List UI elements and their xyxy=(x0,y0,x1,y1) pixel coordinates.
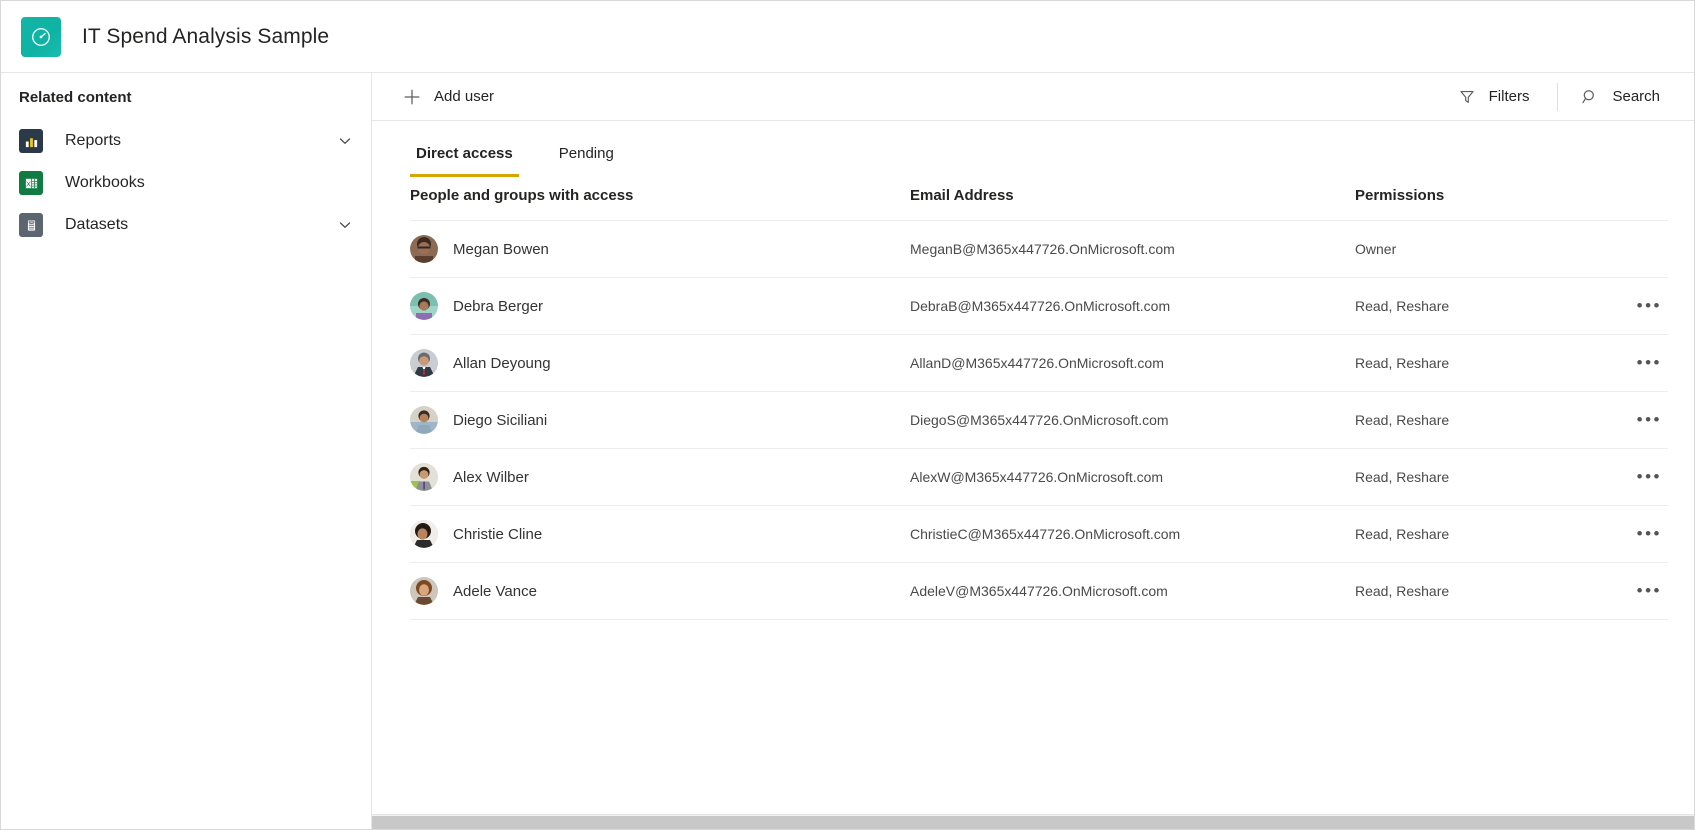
table-header-row: People and groups with access Email Addr… xyxy=(410,177,1668,221)
person-email: MeganB@M365x447726.OnMicrosoft.com xyxy=(910,220,1355,278)
person-permission: Read, Reshare xyxy=(1355,391,1612,449)
sidebar-item-label: Workbooks xyxy=(65,174,145,191)
horizontal-scrollbar[interactable] xyxy=(372,814,1694,829)
toolbar-right-group: Filters Search xyxy=(1449,73,1694,120)
person-permission: Read, Reshare xyxy=(1355,334,1612,392)
person-permission: Read, Reshare xyxy=(1355,277,1612,335)
avatar-adele-vance xyxy=(410,577,438,605)
person-permission: Owner xyxy=(1355,220,1612,278)
window-header: IT Spend Analysis Sample xyxy=(1,1,1694,73)
person-permission: Read, Reshare xyxy=(1355,448,1612,506)
avatar-allan-deyoung xyxy=(410,349,438,377)
table-row[interactable]: Megan Bowen MeganB@M365x447726.OnMicroso… xyxy=(410,220,1668,278)
sidebar-item-label: Datasets xyxy=(65,216,129,233)
excel-grid-icon: X xyxy=(19,171,43,195)
person-cell: Allan Deyoung xyxy=(410,349,910,377)
table-row[interactable]: Allan Deyoung AllanD@M365x447726.OnMicro… xyxy=(410,334,1668,392)
row-more-menu[interactable]: ••• xyxy=(1631,463,1668,491)
access-table: People and groups with access Email Addr… xyxy=(410,177,1668,620)
column-header-permissions: Permissions xyxy=(1355,177,1612,221)
avatar-alex-wilber xyxy=(410,463,438,491)
person-name: Alex Wilber xyxy=(453,468,529,486)
search-label: Search xyxy=(1612,88,1660,105)
search-icon xyxy=(1580,87,1600,107)
page-title: IT Spend Analysis Sample xyxy=(82,24,330,48)
avatar-debra-berger xyxy=(410,292,438,320)
row-more-menu[interactable]: ••• xyxy=(1631,406,1668,434)
column-header-actions xyxy=(1612,177,1668,221)
tab-direct-access[interactable]: Direct access xyxy=(410,144,519,177)
related-content-sidebar: Related content Reports X Workbooks Data… xyxy=(1,73,372,829)
column-header-people: People and groups with access xyxy=(410,177,910,221)
sidebar-item-label: Reports xyxy=(65,132,122,149)
sidebar-item-datasets[interactable]: Datasets xyxy=(1,204,371,246)
filters-label: Filters xyxy=(1488,88,1530,105)
plus-icon xyxy=(402,87,422,107)
row-more-menu[interactable]: ••• xyxy=(1631,520,1668,548)
tab-pending[interactable]: Pending xyxy=(553,144,620,177)
row-more-menu[interactable]: ••• xyxy=(1631,577,1668,605)
avatar-megan-bowen xyxy=(410,235,438,263)
add-user-button[interactable]: Add user xyxy=(394,80,502,114)
search-button[interactable]: Search xyxy=(1572,80,1668,114)
table-row[interactable]: Alex Wilber AlexW@M365x447726.OnMicrosof… xyxy=(410,448,1668,506)
access-toolbar: Add user Filters Search xyxy=(372,73,1694,121)
sidebar-item-reports[interactable]: Reports xyxy=(1,120,371,162)
table-row[interactable]: Christie Cline ChristieC@M365x447726.OnM… xyxy=(410,505,1668,563)
row-more-menu[interactable]: ••• xyxy=(1631,349,1668,377)
person-permission: Read, Reshare xyxy=(1355,505,1612,563)
person-name: Debra Berger xyxy=(453,297,544,315)
person-email: DiegoS@M365x447726.OnMicrosoft.com xyxy=(910,391,1355,449)
access-panel: Add user Filters Search Direct access Pe… xyxy=(372,73,1694,829)
column-header-email: Email Address xyxy=(910,177,1355,221)
person-cell: Alex Wilber xyxy=(410,463,910,491)
person-email: ChristieC@M365x447726.OnMicrosoft.com xyxy=(910,505,1355,563)
toolbar-divider xyxy=(1557,82,1559,111)
filters-button[interactable]: Filters xyxy=(1449,80,1538,114)
person-name: Diego Siciliani xyxy=(453,411,548,429)
chevron-down-icon[interactable] xyxy=(337,217,353,233)
bar-chart-icon xyxy=(19,129,43,153)
funnel-icon xyxy=(1457,87,1477,107)
person-name: Allan Deyoung xyxy=(453,354,551,372)
sidebar-heading: Related content xyxy=(19,89,132,106)
add-user-label: Add user xyxy=(434,88,495,105)
person-name: Megan Bowen xyxy=(453,240,549,258)
avatar-christie-cline xyxy=(410,520,438,548)
person-email: DebraB@M365x447726.OnMicrosoft.com xyxy=(910,277,1355,335)
share-dialog-window: IT Spend Analysis Sample Related content… xyxy=(0,0,1695,830)
gauge-icon xyxy=(21,16,61,57)
table-row[interactable]: Adele Vance AdeleV@M365x447726.OnMicroso… xyxy=(410,562,1668,620)
table-row[interactable]: Debra Berger DebraB@M365x447726.OnMicros… xyxy=(410,277,1668,335)
avatar-diego-siciliani xyxy=(410,406,438,434)
access-tabs: Direct access Pending xyxy=(372,121,1694,177)
row-more-menu[interactable]: ••• xyxy=(1631,292,1668,320)
person-permission: Read, Reshare xyxy=(1355,562,1612,620)
person-name: Adele Vance xyxy=(453,582,537,600)
access-table-body: Megan Bowen MeganB@M365x447726.OnMicroso… xyxy=(410,220,1668,620)
person-email: AllanD@M365x447726.OnMicrosoft.com xyxy=(910,334,1355,392)
access-scroll-region: Direct access Pending People and groups … xyxy=(372,121,1694,829)
person-email: AlexW@M365x447726.OnMicrosoft.com xyxy=(910,448,1355,506)
person-cell: Debra Berger xyxy=(410,292,910,320)
person-email: AdeleV@M365x447726.OnMicrosoft.com xyxy=(910,562,1355,620)
person-cell: Diego Siciliani xyxy=(410,406,910,434)
access-table-container: People and groups with access Email Addr… xyxy=(372,177,1694,814)
database-icon xyxy=(19,213,43,237)
chevron-down-icon[interactable] xyxy=(337,133,353,149)
table-row[interactable]: Diego Siciliani DiegoS@M365x447726.OnMic… xyxy=(410,391,1668,449)
person-name: Christie Cline xyxy=(453,525,543,543)
person-cell: Christie Cline xyxy=(410,520,910,548)
svg-text:X: X xyxy=(25,179,30,188)
horizontal-scrollbar-thumb[interactable] xyxy=(372,816,1694,829)
person-cell: Adele Vance xyxy=(410,577,910,605)
sidebar-item-workbooks[interactable]: X Workbooks xyxy=(1,162,371,204)
person-cell: Megan Bowen xyxy=(410,235,910,263)
window-body: Related content Reports X Workbooks Data… xyxy=(1,73,1694,829)
